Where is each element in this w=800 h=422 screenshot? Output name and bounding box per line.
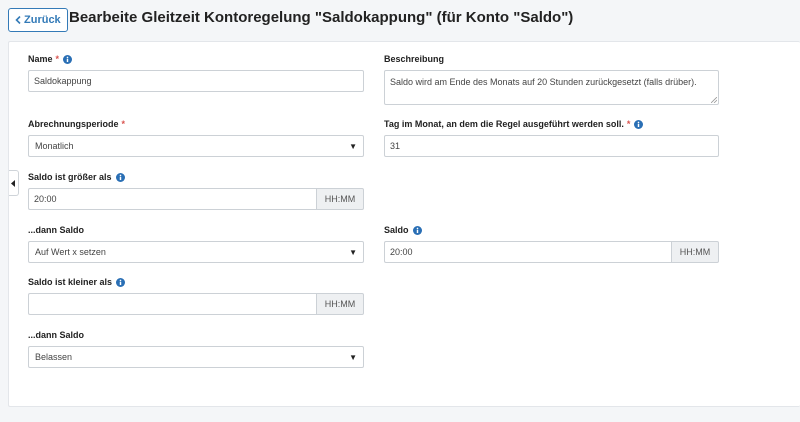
dann-saldo-2-field-group: ...dann Saldo Belassen ▼ <box>28 329 364 368</box>
resize-grip-icon[interactable] <box>711 97 717 103</box>
name-label: Name <box>28 54 53 64</box>
caret-down-icon: ▼ <box>349 141 357 151</box>
chevron-left-icon <box>15 16 21 24</box>
saldo-wert-label: Saldo <box>384 225 409 235</box>
name-input[interactable]: Saldokappung <box>28 70 364 92</box>
dann-saldo-2-select[interactable]: Belassen ▼ <box>28 346 364 368</box>
saldo-kleiner-field-group: Saldo ist kleiner als HH:MM <box>28 276 364 315</box>
tag-im-monat-field-group: Tag im Monat, an dem die Regel ausgeführ… <box>384 118 719 157</box>
saldo-kleiner-input[interactable] <box>28 293 316 315</box>
time-format-addon: HH:MM <box>316 188 364 210</box>
collapse-sidebar-toggle[interactable] <box>9 170 19 196</box>
required-marker: * <box>55 54 60 64</box>
required-marker: * <box>121 119 126 129</box>
back-button[interactable]: Zurück <box>8 8 68 32</box>
info-circle-icon[interactable] <box>634 119 644 129</box>
abrechnungsperiode-value: Monatlich <box>35 141 74 151</box>
saldo-groesser-input[interactable]: 20:00 <box>28 188 316 210</box>
page-title: Bearbeite Gleitzeit Kontoregelung "Saldo… <box>69 9 574 26</box>
required-marker: * <box>626 119 631 129</box>
saldo-kleiner-label: Saldo ist kleiner als <box>28 277 113 287</box>
caret-down-icon: ▼ <box>349 352 357 362</box>
info-circle-icon[interactable] <box>63 54 73 64</box>
caret-down-icon: ▼ <box>349 247 357 257</box>
info-circle-icon[interactable] <box>115 172 125 182</box>
saldo-kleiner-input-group: HH:MM <box>28 293 364 315</box>
abrechnungsperiode-label: Abrechnungsperiode <box>28 119 119 129</box>
dann-saldo-2-label: ...dann Saldo <box>28 330 85 340</box>
dann-saldo-1-field-group: ...dann Saldo Auf Wert x setzen ▼ <box>28 224 364 263</box>
abrechnungsperiode-select[interactable]: Monatlich ▼ <box>28 135 364 157</box>
dann-saldo-1-label: ...dann Saldo <box>28 225 85 235</box>
saldo-groesser-input-group: 20:00 HH:MM <box>28 188 364 210</box>
info-circle-icon[interactable] <box>412 225 422 235</box>
beschreibung-label: Beschreibung <box>384 54 445 64</box>
dann-saldo-1-select[interactable]: Auf Wert x setzen ▼ <box>28 241 364 263</box>
beschreibung-text: Saldo wird am Ende des Monats auf 20 Stu… <box>390 77 697 87</box>
form-panel: Name * Saldokappung Beschreibung Saldo w… <box>8 41 800 407</box>
saldo-groesser-field-group: Saldo ist größer als 20:00 HH:MM <box>28 171 364 210</box>
beschreibung-textarea[interactable]: Saldo wird am Ende des Monats auf 20 Stu… <box>384 70 719 105</box>
abrechnungsperiode-field-group: Abrechnungsperiode * Monatlich ▼ <box>28 118 364 157</box>
saldo-wert-input-group: 20:00 HH:MM <box>384 241 719 263</box>
time-format-addon: HH:MM <box>316 293 364 315</box>
tag-im-monat-input[interactable]: 31 <box>384 135 719 157</box>
info-circle-icon[interactable] <box>116 277 126 287</box>
back-button-label: Zurück <box>24 14 61 26</box>
saldo-wert-field-group: Saldo 20:00 HH:MM <box>384 224 719 263</box>
saldo-wert-input[interactable]: 20:00 <box>384 241 671 263</box>
page-header: Zurück Bearbeite Gleitzeit Kontoregelung… <box>8 6 788 32</box>
name-field-group: Name * Saldokappung <box>28 53 364 92</box>
tag-im-monat-label: Tag im Monat, an dem die Regel ausgeführ… <box>384 119 624 129</box>
beschreibung-field-group: Beschreibung Saldo wird am Ende des Mona… <box>384 53 719 105</box>
caret-left-icon <box>11 179 15 187</box>
saldo-groesser-label: Saldo ist größer als <box>28 172 112 182</box>
time-format-addon: HH:MM <box>671 241 719 263</box>
dann-saldo-1-value: Auf Wert x setzen <box>35 247 106 257</box>
dann-saldo-2-value: Belassen <box>35 352 73 362</box>
